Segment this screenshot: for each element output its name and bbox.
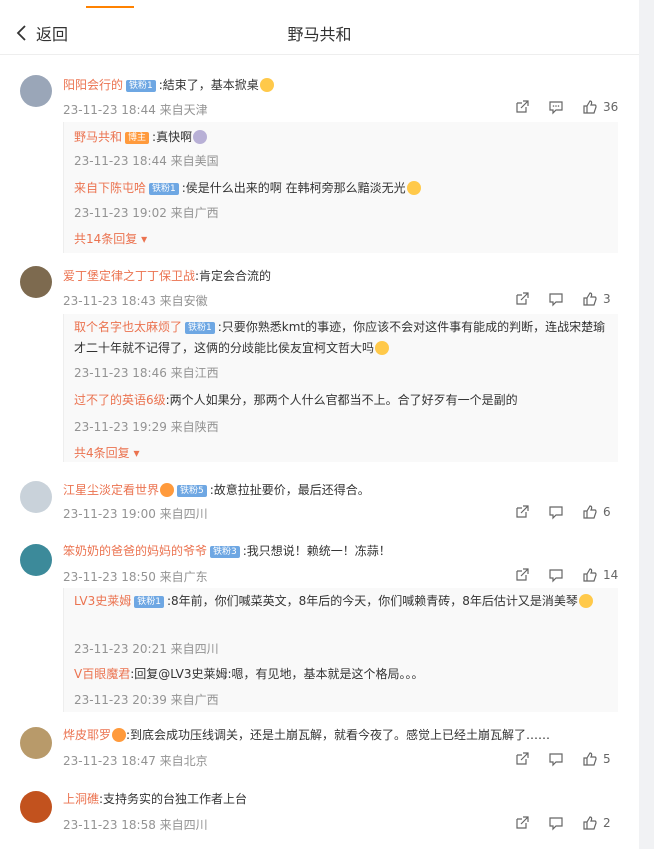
comment-author[interactable]: 阳阳会行的 [63,78,123,92]
reply-meta: 23-11-23 20:21 来自四川 [74,642,219,656]
avatar[interactable] [20,727,52,759]
share-icon[interactable] [514,99,530,115]
reply-meta: 23-11-23 18:44 来自美国 [74,154,219,168]
comment-meta: 23-11-23 18:58 来自四川 [63,818,208,832]
comment-icon[interactable] [548,99,564,115]
like-count: 14 [603,568,619,582]
like-count: 5 [603,752,611,766]
fan-badge: 铁粉1 [134,596,164,608]
comment-icon[interactable] [548,504,564,520]
comment-meta: 23-11-23 18:43 来自安徽 [63,294,208,308]
avatar[interactable] [20,75,52,107]
emoji-icon [193,130,208,144]
like-icon[interactable] [582,567,598,583]
fan-badge: 铁粉1 [185,322,215,334]
reply-box: LV3史莱姆 铁粉1:8年前，你们喊菜英文，8年后的今天，你们喊赖青砖，8年后估计… [63,588,618,712]
more-replies-link[interactable]: 共14条回复 ▾ [74,230,147,247]
comment-icon[interactable] [548,815,564,831]
comment-text: :我只想说！赖统一！冻蒜！ [242,544,391,558]
share-icon[interactable] [514,567,530,583]
comment-author[interactable]: 江星尘淡定看世界 [63,483,159,497]
reply-meta: 23-11-23 20:39 来自广西 [74,693,219,707]
comment-meta: 23-11-23 18:44 来自天津 [63,103,208,117]
header: 返回 野马共和 [0,10,639,55]
reply-text: :回复@LV3史莱姆:嗯，有见地，基本就是这个格局。。。 [130,667,424,681]
reply-text: :8年前，你们喊菜英文，8年后的今天，你们喊赖青砖，8年后估计又是消美琴 [166,594,578,608]
like-icon[interactable] [582,99,598,115]
reply-box: 取个名字也太麻烦了 铁粉1:只要你熟悉kmt的事迹，你应该不会对这件事有能成的判断… [63,314,618,462]
emoji-icon [578,594,593,608]
comment-text: :到底会成功压线调关，还是土崩瓦解，就看今夜了。感觉上已经土崩瓦解了…… [126,728,551,742]
like-count: 6 [603,505,611,519]
reply-author[interactable]: LV3史莱姆 [74,594,131,608]
fan-badge: 铁粉1 [149,183,179,195]
emoji-icon [259,78,274,92]
comment-icon[interactable] [548,291,564,307]
comment-author[interactable]: 烨皮耶罗 [63,728,111,742]
comment-meta: 23-11-23 18:47 来自北京 [63,754,208,768]
fan-crown-icon [160,483,175,497]
more-replies-label: 共14条回复 [74,232,138,246]
avatar[interactable] [20,791,52,823]
reply-author[interactable]: 来自下陈屯哈 [74,181,146,195]
avatar[interactable] [20,481,52,513]
like-count: 2 [603,816,611,830]
comment-author[interactable]: 上洞礁 [63,792,99,806]
share-icon[interactable] [514,291,530,307]
like-icon[interactable] [582,291,598,307]
avatar[interactable] [20,266,52,298]
comment-meta: 23-11-23 19:00 来自四川 [63,507,208,521]
like-icon[interactable] [582,504,598,520]
fan-crown-icon [112,728,127,742]
comment-author[interactable]: 爱丁堡定律之丁丁保卫战 [63,269,195,283]
reply-text: :侯是什么出来的啊 在韩柯旁那么黯淡无光 [181,181,406,195]
like-icon[interactable] [582,751,598,767]
comment-text: :支持务实的台独工作者上台 [99,792,248,806]
comment-icon[interactable] [548,751,564,767]
active-tab-indicator [86,6,134,8]
fan-badge: 铁粉5 [177,485,207,497]
comment-meta: 23-11-23 18:50 来自广东 [63,570,208,584]
reply-author[interactable]: V百眼魔君 [74,667,130,681]
emoji-icon [375,341,390,355]
like-count: 36 [603,100,619,114]
comment-icon[interactable] [548,567,564,583]
comment-text: :結束了，基本掀桌 [158,78,259,92]
reply-author[interactable]: 野马共和 [74,130,122,144]
page-gutter [639,0,654,849]
more-replies-label: 共4条回复 [74,446,130,460]
more-replies-link[interactable]: 共4条回复 ▾ [74,444,139,461]
like-count: 3 [603,292,611,306]
reply-meta: 23-11-23 18:46 来自江西 [74,366,219,380]
reply-text: :两个人如果分，那两个人什么官都当不上。合了好歹有一个是副的 [165,393,518,407]
share-icon[interactable] [514,815,530,831]
reply-box: 野马共和 博主:真快啊 23-11-23 18:44 来自美国 来自下陈屯哈 铁粉1… [63,122,618,253]
share-icon[interactable] [514,751,530,767]
emoji-icon [406,181,421,195]
comment-author[interactable]: 笨奶奶的爸爸的妈妈的爷爷 [63,544,207,558]
share-icon[interactable] [514,504,530,520]
comment-panel: 返回 野马共和 阳阳会行的 铁粉1:結束了，基本掀桌 23-11-23 18:44… [0,0,639,849]
reply-meta: 23-11-23 19:02 来自广西 [74,206,219,220]
fan-badge: 铁粉3 [210,546,240,558]
reply-author[interactable]: 取个名字也太麻烦了 [74,320,182,334]
fan-badge: 铁粉1 [126,80,156,92]
like-icon[interactable] [582,815,598,831]
reply-text: :真快啊 [152,130,193,144]
comment-text: :肯定会合流的 [195,269,272,283]
page-title: 野马共和 [287,25,352,44]
reply-meta: 23-11-23 19:29 来自陕西 [74,420,219,434]
blogger-badge: 博主 [125,132,150,144]
reply-author[interactable]: 过不了的英语6级 [74,393,166,407]
comment-text: :故意拉扯要价，最后还得合。 [209,483,370,497]
avatar[interactable] [20,544,52,576]
